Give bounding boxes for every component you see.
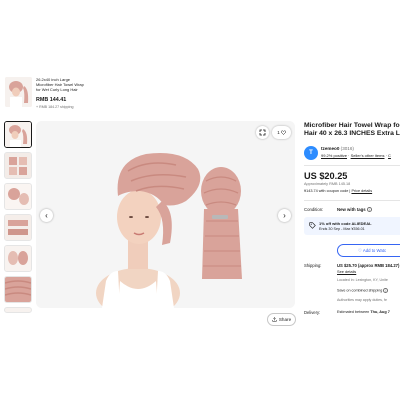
coupon-expiry: Ends 30 Sep - Max ¥356.01 <box>319 227 365 231</box>
delivery-estimate: Estimated between Thu, Aug 7 <box>337 310 390 314</box>
combined-shipping[interactable]: Save on combined shipping i <box>337 288 389 293</box>
expand-icon <box>259 129 266 136</box>
delivery-dates: Thu, Aug 7 <box>370 310 390 314</box>
watchlist-label: Add to Watc <box>362 248 387 253</box>
condition-value: New with tags i <box>337 207 372 213</box>
shipping-details-link[interactable]: See details <box>337 269 356 274</box>
thumbnail-strip <box>4 121 34 317</box>
divider <box>304 200 400 201</box>
delivery-prefix: Estimated between <box>337 310 371 314</box>
product-title: Microfiber Hair Towel Wrap fo Hair 40 x … <box>304 122 400 139</box>
share-button[interactable]: Share <box>267 313 296 326</box>
seller-links: 99.2% positive · Seller's other items · … <box>321 153 391 158</box>
shipping-label: Shipping: <box>304 263 322 268</box>
chevron-left-icon: ‹ <box>45 211 48 220</box>
seller-feedback-count: (3016) <box>340 146 354 151</box>
coupon-title: 1% off with code ALIEDEAL <box>319 221 372 226</box>
price-details-link[interactable]: Price details <box>351 189 372 193</box>
seller-other-items-link[interactable]: Seller's other items <box>351 153 385 158</box>
next-image-button[interactable]: › <box>278 209 291 222</box>
product-title-line: Microfiber Hair Towel Wrap fo <box>304 122 400 129</box>
sticky-shipping: + RMB 184.27 shipping <box>36 105 74 109</box>
item-location: Located in: Lexington, KY, Unite <box>337 278 388 282</box>
combined-shipping-text: Save on combined shipping <box>337 288 383 293</box>
thumbnail-2[interactable] <box>4 152 32 179</box>
main-product-image[interactable] <box>36 121 295 308</box>
thumbnail-1[interactable] <box>4 121 32 148</box>
shipping-cost: US $25.70 (approx RMB 184.27) <box>337 263 400 268</box>
sticky-title[interactable]: 26.2x40 inch Large Microfiber Hair Towel… <box>36 77 100 93</box>
share-icon <box>272 317 277 322</box>
share-label: Share <box>278 317 292 322</box>
chevron-right-icon: › <box>283 211 286 220</box>
thumbnail-6[interactable] <box>4 276 32 303</box>
coupon-price: ¥143.74 with coupon code <box>304 189 349 193</box>
contact-seller-link[interactable]: C <box>388 153 391 158</box>
watch-count-button[interactable]: 1 <box>272 126 291 139</box>
thumbnail-4[interactable] <box>4 214 32 241</box>
price-approx: Approximately RMB 145.18 <box>304 182 351 186</box>
seller-avatar[interactable]: T <box>304 146 318 160</box>
coupon-tag-icon <box>309 222 316 229</box>
duties-note: Authorities may apply duties, fe <box>337 298 387 302</box>
thumbnail-7[interactable] <box>4 307 32 313</box>
heart-icon <box>280 130 286 135</box>
add-to-watchlist-button[interactable]: ♡ Add to Watc <box>337 244 400 257</box>
condition-label: Condition: <box>304 207 324 212</box>
thumbnail-3[interactable] <box>4 183 32 210</box>
coupon-price-line: ¥143.74 with coupon code | Price details <box>304 189 373 193</box>
delivery-label: Delivery: <box>304 310 321 315</box>
sticky-price: RMB 144.41 <box>36 97 67 103</box>
info-icon[interactable]: i <box>383 288 389 293</box>
previous-image-button[interactable]: ‹ <box>40 209 53 222</box>
sticky-thumbnail[interactable] <box>5 77 32 107</box>
seller-username[interactable]: tzemeo0 <box>321 146 339 151</box>
condition-text: New with tags <box>337 207 366 212</box>
expand-button[interactable] <box>256 126 269 139</box>
sticky-header: 26.2x40 inch Large Microfiber Hair Towel… <box>0 0 400 120</box>
product-title-line: Hair 40 x 26.3 INCHES Extra L <box>304 130 400 138</box>
seller-name[interactable]: tzemeo0 (3016) <box>321 146 354 151</box>
sticky-title-line: for Wet Curly Long Hair <box>36 87 78 93</box>
thumbnail-5[interactable] <box>4 245 32 272</box>
watch-count: 1 <box>277 130 280 135</box>
seller-positive-link[interactable]: 99.2% positive <box>321 153 347 158</box>
divider <box>304 165 400 166</box>
product-price: US $20.25 <box>304 171 348 181</box>
coupon-banner[interactable]: 1% off with code ALIEDEAL Ends 30 Sep - … <box>304 217 400 235</box>
info-icon[interactable]: i <box>366 207 372 213</box>
